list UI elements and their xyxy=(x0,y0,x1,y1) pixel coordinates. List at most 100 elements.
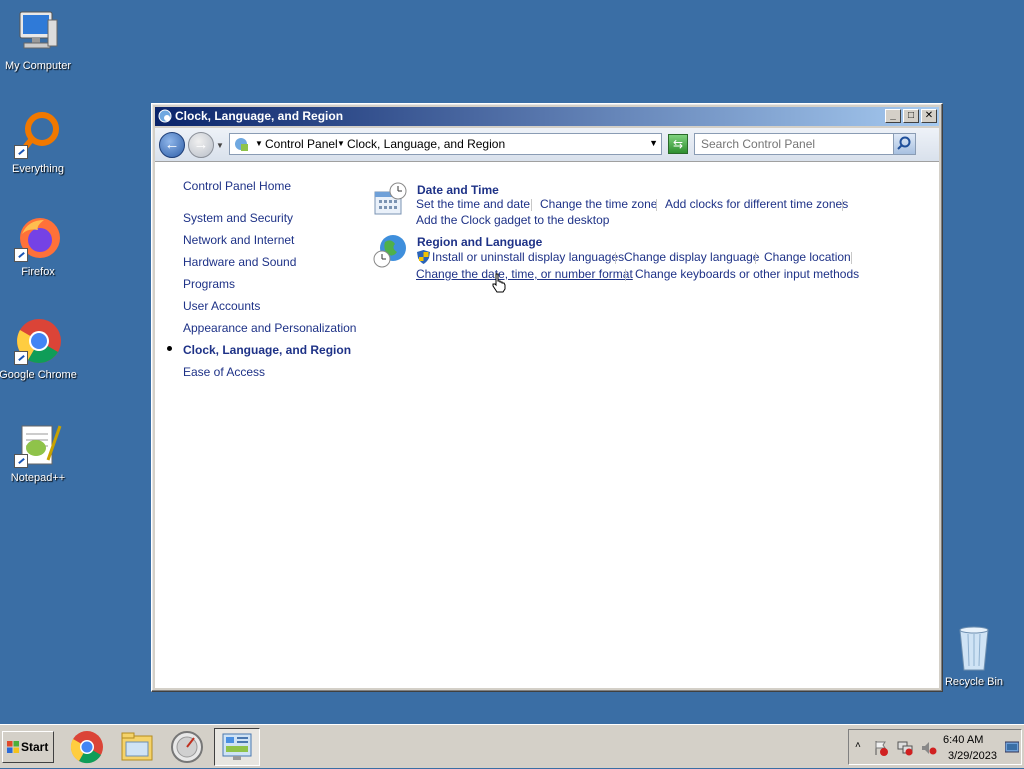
show-desktop-icon[interactable] xyxy=(1005,740,1019,754)
separator xyxy=(615,252,616,264)
refresh-button[interactable]: ⇆ xyxy=(668,134,688,154)
nav-appearance-and-personalization[interactable]: Appearance and Personalization xyxy=(183,321,356,335)
uac-shield-icon xyxy=(417,250,430,264)
task-change-display-language[interactable]: Change display language xyxy=(624,250,759,264)
chrome-icon xyxy=(14,317,62,365)
everything-icon xyxy=(14,111,62,159)
maximize-button[interactable]: □ xyxy=(903,109,919,123)
desktop-icon-google-chrome[interactable]: Google Chrome xyxy=(0,317,78,381)
minimize-button[interactable]: _ xyxy=(885,109,901,123)
desktop-icon-my-computer[interactable]: My Computer xyxy=(0,8,78,72)
system-tray: ˄ 6:40 AM 3/29/2023 xyxy=(848,729,1022,765)
nav-control-panel-home[interactable]: Control Panel Home xyxy=(183,179,291,193)
windows-flag-icon xyxy=(7,741,19,753)
address-dropdown-button[interactable]: ▼ xyxy=(649,138,658,148)
nav-hardware-and-sound[interactable]: Hardware and Sound xyxy=(183,255,296,269)
nav-network-and-internet[interactable]: Network and Internet xyxy=(183,233,294,247)
separator xyxy=(531,199,532,211)
show-hidden-icons-button[interactable]: ˄ xyxy=(855,740,861,751)
arrow-left-icon: ← xyxy=(164,136,180,153)
desktop-icon-label: Notepad++ xyxy=(10,472,66,484)
arrow-right-icon: → xyxy=(193,136,209,153)
taskbar-utility[interactable] xyxy=(164,728,210,766)
taskbar-control-panel[interactable] xyxy=(214,728,260,766)
desktop-icon-notepadpp[interactable]: Notepad++ xyxy=(0,420,78,484)
task-change-location[interactable]: Change location xyxy=(764,250,851,264)
control-panel-window: Clock, Language, and Region _ □ ✕ ← → ▼ … xyxy=(151,103,943,692)
taskbar-explorer[interactable] xyxy=(114,728,160,766)
desktop-icon-label: Recycle Bin xyxy=(944,676,1004,688)
refresh-icon: ⇆ xyxy=(672,137,684,151)
shortcut-arrow-icon xyxy=(14,454,28,468)
close-button[interactable]: ✕ xyxy=(921,109,937,123)
start-button[interactable]: Start xyxy=(2,731,54,763)
recent-pages-dropdown[interactable]: ▼ xyxy=(216,141,224,150)
recycle-bin-icon xyxy=(950,624,998,672)
desktop-icon-label: Everything xyxy=(12,163,64,175)
control-panel-icon xyxy=(158,109,172,123)
desktop-icon-label: Google Chrome xyxy=(0,369,77,381)
task-install-display-languages[interactable]: Install or uninstall display languages xyxy=(432,250,624,264)
nav-user-accounts[interactable]: User Accounts xyxy=(183,299,260,313)
nav-system-and-security[interactable]: System and Security xyxy=(183,211,293,225)
desktop-icon-firefox[interactable]: Firefox xyxy=(0,214,78,278)
task-change-date-time-number-format[interactable]: Change the date, time, or number format xyxy=(416,267,633,281)
chevron-down-icon[interactable]: ▼ xyxy=(255,139,263,148)
task-change-time-zone[interactable]: Change the time zone xyxy=(540,197,657,211)
firefox-icon xyxy=(14,214,62,262)
hand-cursor-icon xyxy=(492,273,506,293)
control-panel-icon xyxy=(222,733,252,760)
computer-icon xyxy=(14,8,62,56)
volume-muted-icon[interactable] xyxy=(921,740,937,756)
task-set-time-and-date[interactable]: Set the time and date xyxy=(416,197,530,211)
title-bar[interactable]: Clock, Language, and Region _ □ ✕ xyxy=(155,107,939,126)
chrome-icon xyxy=(70,731,103,764)
desktop-icon-recycle-bin[interactable]: Recycle Bin xyxy=(934,624,1014,688)
task-add-clock-gadget[interactable]: Add the Clock gadget to the desktop xyxy=(416,213,609,227)
window-title: Clock, Language, and Region xyxy=(175,109,344,123)
address-bar[interactable]: ▼ Control Panel ▼ Clock, Language, and R… xyxy=(229,133,662,155)
utility-icon xyxy=(171,731,203,763)
chevron-down-icon[interactable]: ▼ xyxy=(337,139,345,148)
separator xyxy=(842,199,843,211)
navigation-toolbar: ← → ▼ ▼ Control Panel ▼ Clock, Language,… xyxy=(155,128,939,162)
task-change-keyboards[interactable]: Change keyboards or other input methods xyxy=(635,267,859,281)
content-pane: Control Panel Home System and Security N… xyxy=(155,162,939,688)
explorer-icon xyxy=(121,732,153,761)
category-region-and-language[interactable]: Region and Language xyxy=(417,235,542,249)
separator xyxy=(755,252,756,264)
action-center-flag-icon[interactable] xyxy=(873,740,889,756)
nav-clock-language-and-region[interactable]: Clock, Language, and Region xyxy=(183,343,351,357)
calendar-clock-icon xyxy=(374,182,407,215)
back-button[interactable]: ← xyxy=(159,132,185,158)
separator xyxy=(851,252,852,264)
clock-time[interactable]: 6:40 AM xyxy=(943,734,983,746)
shortcut-arrow-icon xyxy=(14,145,28,159)
forward-button[interactable]: → xyxy=(188,132,214,158)
control-panel-icon xyxy=(235,138,248,151)
task-add-clocks[interactable]: Add clocks for different time zones xyxy=(665,197,848,211)
category-date-and-time[interactable]: Date and Time xyxy=(417,183,499,197)
start-label: Start xyxy=(21,740,49,754)
search-input[interactable] xyxy=(695,134,891,153)
separator xyxy=(656,199,657,211)
search-box[interactable] xyxy=(694,133,916,155)
notepadpp-icon xyxy=(14,420,62,468)
nav-programs[interactable]: Programs xyxy=(183,277,235,291)
taskbar-chrome[interactable] xyxy=(64,728,110,766)
desktop-icon-label: My Computer xyxy=(4,60,72,72)
taskbar: Start ˄ 6:40 AM 3/29/2023 xyxy=(0,724,1024,768)
breadcrumb-control-panel[interactable]: Control Panel xyxy=(265,137,338,151)
desktop-icon-everything[interactable]: Everything xyxy=(0,111,78,175)
search-button[interactable] xyxy=(893,134,915,154)
network-icon[interactable] xyxy=(897,740,913,756)
search-icon xyxy=(897,136,911,150)
shortcut-arrow-icon xyxy=(14,351,28,365)
shortcut-arrow-icon xyxy=(14,248,28,262)
nav-ease-of-access[interactable]: Ease of Access xyxy=(183,365,265,379)
active-bullet-icon xyxy=(167,346,172,351)
breadcrumb-current[interactable]: Clock, Language, and Region xyxy=(347,137,505,151)
clock-date[interactable]: 3/29/2023 xyxy=(948,750,997,762)
globe-clock-icon xyxy=(373,235,406,268)
separator xyxy=(625,269,626,281)
